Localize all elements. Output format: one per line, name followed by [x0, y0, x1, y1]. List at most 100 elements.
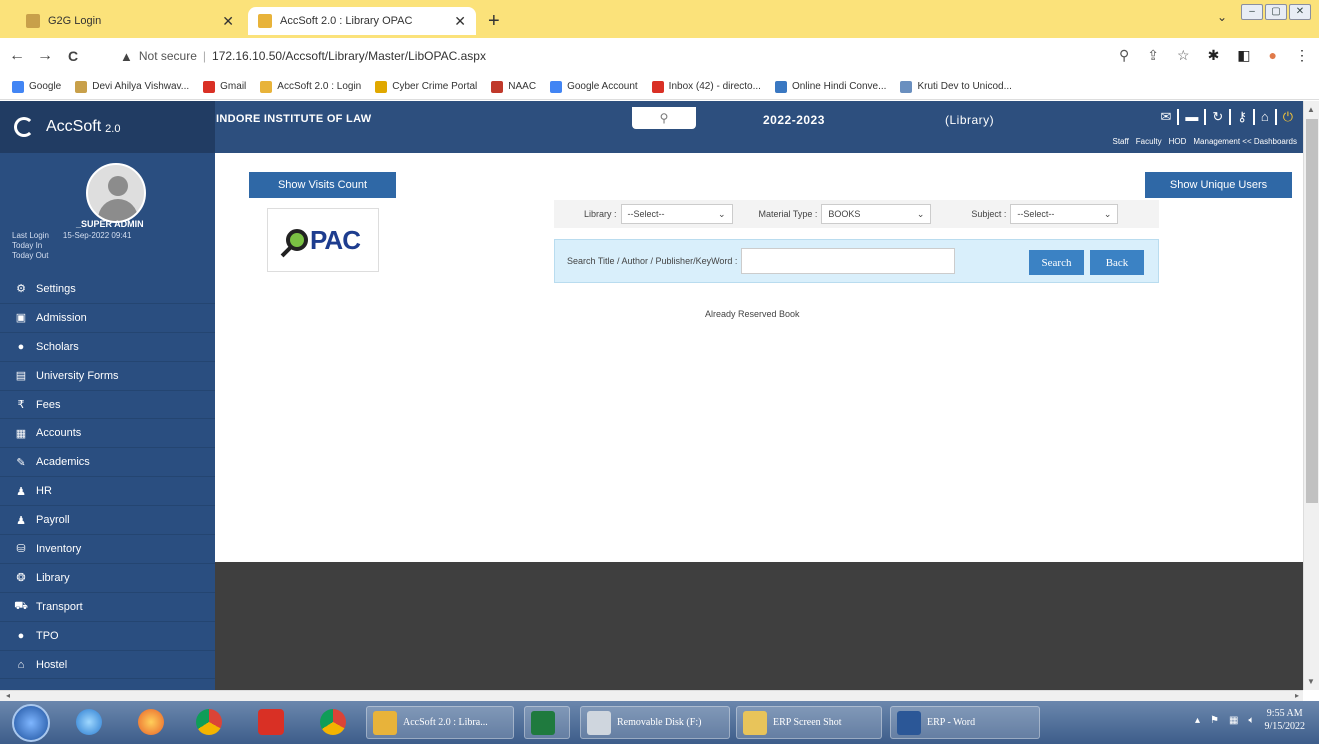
sidebar-item-settings[interactable]: ⚙ Settings	[0, 275, 215, 304]
key-icon[interactable]: ⚷	[1229, 109, 1247, 125]
scroll-thumb[interactable]	[1306, 119, 1318, 503]
show-visits-count-button[interactable]: Show Visits Count	[249, 172, 396, 198]
extensions-icon[interactable]: ✱	[1208, 47, 1220, 64]
start-button[interactable]	[12, 704, 50, 742]
sidebar-item-inventory[interactable]: ⛁ Inventory	[0, 535, 215, 564]
taskbar-window-button[interactable]: ERP Screen Shot	[736, 706, 882, 739]
sidebar-item-tpo[interactable]: ● TPO	[0, 622, 215, 651]
session-year[interactable]: 2022-2023	[763, 113, 825, 127]
scroll-right-icon[interactable]: ▸	[1295, 691, 1299, 700]
sidebar-item-admission[interactable]: ▣ Admission	[0, 304, 215, 333]
today-out-label: Today Out	[12, 251, 49, 260]
footer-area	[215, 562, 1303, 690]
close-window-button[interactable]: ✕	[1289, 4, 1311, 20]
brand[interactable]: AccSoft 2.0	[0, 101, 215, 153]
chrome-profile-icon[interactable]	[320, 709, 346, 735]
minimize-button[interactable]: –	[1241, 4, 1263, 20]
sidebar-item-label: Library	[36, 571, 70, 584]
sidebar-item-library[interactable]: ❂ Library	[0, 564, 215, 593]
forward-arrow-icon[interactable]: →	[34, 47, 56, 65]
link-management-dashboards[interactable]: Management << Dashboards	[1193, 137, 1297, 146]
message-icon[interactable]: ▬	[1177, 109, 1198, 125]
bookmark-item[interactable]: AccSoft 2.0 : Login	[260, 80, 361, 93]
library-select[interactable]: --Select-- ⌄	[620, 204, 733, 224]
sidebar-item-university-forms[interactable]: ▤ University Forms	[0, 362, 215, 391]
sidebar-item-fees[interactable]: ₹ Fees	[0, 391, 215, 420]
volume-icon[interactable]: 🔈︎	[1248, 715, 1254, 726]
chrome-icon[interactable]	[196, 709, 222, 735]
header-icons: ✉ ▬ ↻ ⚷ ⌂ ⏻	[1155, 109, 1293, 125]
search-button[interactable]: Search	[1029, 250, 1084, 275]
reload-icon[interactable]: C	[62, 48, 84, 64]
scroll-left-icon[interactable]: ◂	[6, 691, 10, 700]
tab-library-opac[interactable]: AccSoft 2.0 : Library OPAC ✕	[248, 7, 476, 35]
header-search-button[interactable]: ⚲	[632, 107, 696, 129]
tab-g2g-login[interactable]: G2G Login ✕	[16, 7, 244, 35]
bookmark-item[interactable]: Gmail	[203, 80, 246, 93]
firefox-icon[interactable]	[138, 709, 164, 735]
bookmark-item[interactable]: Google	[12, 80, 61, 93]
warning-icon[interactable]: ▲	[120, 49, 133, 64]
power-icon[interactable]: ⏻	[1274, 109, 1293, 125]
pdf-reader-icon[interactable]	[258, 709, 284, 735]
subject-select[interactable]: --Select-- ⌄	[1010, 204, 1119, 224]
taskbar-window-button[interactable]	[524, 706, 570, 739]
new-tab-button[interactable]: +	[488, 10, 500, 33]
internet-explorer-icon[interactable]	[76, 709, 102, 735]
maximize-button[interactable]: ▢	[1265, 4, 1287, 20]
sidebar-item-hostel[interactable]: ⌂ Hostel	[0, 651, 215, 680]
bookmark-item[interactable]: Inbox (42) - directo...	[651, 80, 761, 93]
bookmark-item[interactable]: Google Account	[550, 80, 638, 93]
link-staff[interactable]: Staff	[1112, 137, 1128, 146]
bookmark-favicon-icon	[203, 80, 216, 93]
scroll-up-icon[interactable]: ▲	[1307, 105, 1315, 114]
share-icon[interactable]: ⇪	[1147, 47, 1159, 64]
mail-icon[interactable]: ✉	[1155, 109, 1172, 125]
link-hod[interactable]: HOD	[1169, 137, 1187, 146]
tray-expand-icon[interactable]: ▴	[1195, 715, 1200, 726]
refresh-icon[interactable]: ↻	[1204, 109, 1223, 125]
vertical-scrollbar[interactable]: ▲ ▼	[1303, 101, 1319, 690]
avatar[interactable]	[86, 163, 146, 223]
ledger-icon: ▦	[15, 427, 27, 440]
sidebar-item-scholars[interactable]: ● Scholars	[0, 333, 215, 362]
clock[interactable]: 9:55 AM 9/15/2022	[1264, 707, 1305, 733]
tab-title: G2G Login	[48, 15, 102, 27]
bookmark-item[interactable]: Online Hindi Conve...	[774, 80, 886, 93]
menu-kebab-icon[interactable]: ⋮	[1295, 47, 1309, 64]
clock-time: 9:55 AM	[1266, 708, 1303, 719]
taskbar-window-button[interactable]: AccSoft 2.0 : Libra...	[366, 706, 514, 739]
close-tab-icon[interactable]: ✕	[222, 13, 234, 30]
sidebar-item-accounts[interactable]: ▦ Accounts	[0, 419, 215, 449]
sidebar-item-transport[interactable]: ⛟ Transport	[0, 593, 215, 622]
flag-icon[interactable]: ⚑	[1210, 715, 1219, 726]
bookmark-item[interactable]: Devi Ahilya Vishwav...	[75, 80, 189, 93]
zoom-icon[interactable]: ⚲	[1119, 47, 1129, 64]
scroll-down-icon[interactable]: ▼	[1307, 677, 1315, 686]
sidebar-toggle-icon[interactable]: ◧	[1237, 47, 1250, 64]
bookmark-favicon-icon	[651, 80, 664, 93]
search-input[interactable]	[741, 248, 956, 274]
tab-search-icon[interactable]: ⌄	[1217, 10, 1227, 24]
sidebar-item-payroll[interactable]: ♟ Payroll	[0, 506, 215, 536]
bookmark-star-icon[interactable]: ☆	[1177, 47, 1190, 64]
taskbar-window-button[interactable]: ERP - Word	[890, 706, 1040, 739]
sidebar-item-academics[interactable]: ✎ Academics	[0, 448, 215, 478]
home-icon[interactable]: ⌂	[1252, 109, 1269, 125]
taskbar-window-button[interactable]: Removable Disk (F:)	[580, 706, 730, 739]
link-faculty[interactable]: Faculty	[1136, 137, 1162, 146]
sidebar-item-hr[interactable]: ♟ HR	[0, 477, 215, 507]
profile-avatar-icon[interactable]: ●	[1269, 47, 1277, 64]
library-label: Library :	[584, 209, 617, 219]
material-type-select[interactable]: BOOKS ⌄	[821, 204, 932, 224]
back-arrow-icon[interactable]: ←	[6, 47, 28, 65]
show-unique-users-button[interactable]: Show Unique Users	[1145, 172, 1292, 198]
horizontal-scrollbar[interactable]: ◂ ▸	[0, 690, 1303, 701]
network-icon[interactable]: ▦	[1229, 715, 1238, 726]
bookmark-item[interactable]: Kruti Dev to Unicod...	[900, 80, 1012, 93]
url-field[interactable]: ▲ Not secure | 172.16.10.50/Accsoft/Libr…	[112, 42, 1192, 70]
bookmark-item[interactable]: Cyber Crime Portal	[375, 80, 477, 93]
back-button[interactable]: Back	[1090, 250, 1144, 275]
close-tab-icon[interactable]: ✕	[454, 13, 466, 30]
bookmark-item[interactable]: NAAC	[491, 80, 536, 93]
